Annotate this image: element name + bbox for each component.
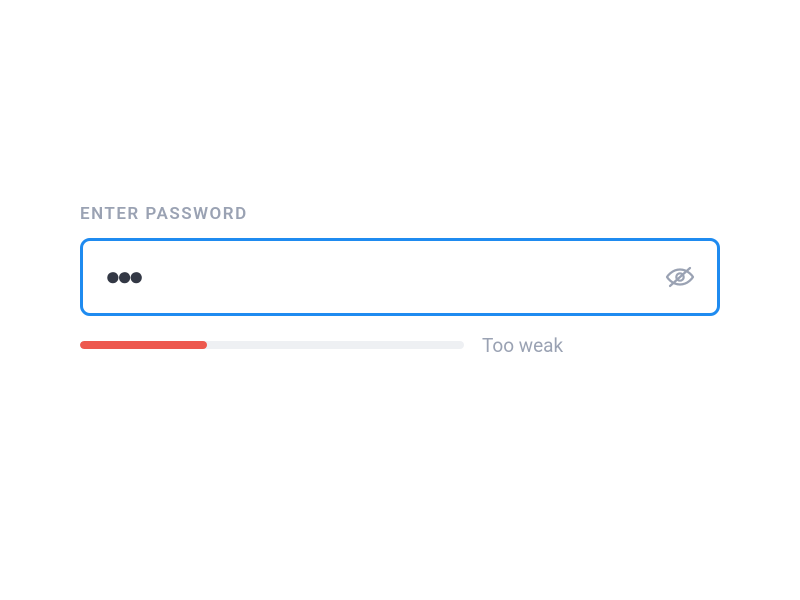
eye-slash-icon[interactable]: [665, 262, 695, 292]
password-input-wrapper[interactable]: ●●●: [80, 238, 720, 316]
password-label: ENTER PASSWORD: [80, 204, 720, 224]
password-input[interactable]: ●●●: [105, 264, 665, 290]
password-form: ENTER PASSWORD ●●● Too weak: [80, 204, 720, 397]
strength-bar-fill: [80, 341, 207, 349]
strength-bar: [80, 341, 464, 349]
strength-label: Too weak: [482, 334, 563, 357]
strength-indicator: Too weak: [80, 334, 720, 357]
